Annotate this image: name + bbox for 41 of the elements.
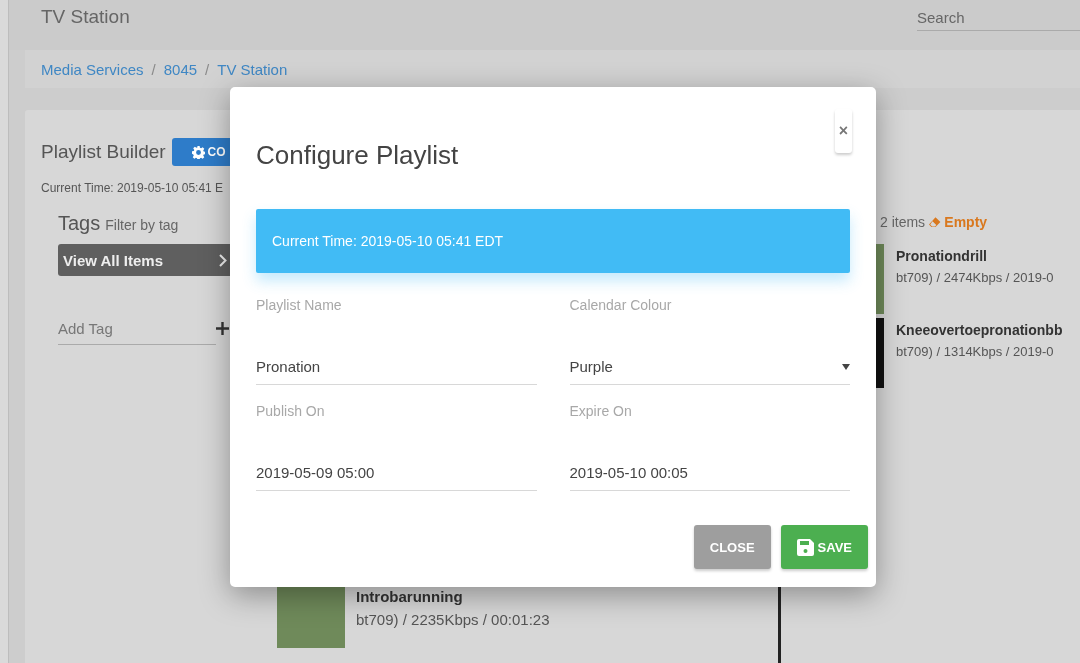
breadcrumb-link[interactable]: 8045: [163, 60, 198, 78]
input-field[interactable]: Pronation: [256, 357, 537, 385]
close-button[interactable]: CLOSE: [693, 525, 771, 569]
dialog-title: Configure Playlist: [256, 140, 460, 171]
tags-heading: Tags: [58, 212, 101, 235]
close-button[interactable]: ×: [834, 109, 852, 153]
breadcrumb-separator: /: [151, 60, 156, 78]
tags-subtitle: Filter by tag: [105, 217, 179, 233]
plus-icon[interactable]: [216, 322, 229, 335]
photo-placeholder: [277, 584, 345, 648]
caret-icon: [842, 363, 850, 370]
video-title: Kneeovertoepronationbb: [896, 322, 1063, 338]
breadcrumb-separator: /: [205, 60, 210, 78]
gear-icon: [191, 145, 205, 159]
chevron-right-icon: [219, 253, 227, 267]
input-field[interactable]: 2019-05-10 00:05: [569, 463, 850, 491]
empty-button[interactable]: Empty: [929, 208, 988, 236]
search-field[interactable]: Search: [917, 5, 1080, 31]
breadcrumb-link[interactable]: Media Services: [41, 60, 144, 78]
video-title: Introbarunning: [356, 588, 464, 605]
view-all-items-button[interactable]: View All Items: [58, 244, 231, 276]
field-label: Playlist Name: [256, 297, 343, 313]
item-count: 2 items: [880, 214, 926, 230]
colour-select[interactable]: Purple: [569, 357, 850, 385]
add-tag-field[interactable]: Add Tag: [58, 312, 216, 345]
field-label: Expire On: [569, 403, 633, 419]
field-label: Calendar Colour: [569, 297, 673, 313]
page-title: Playlist Builder: [41, 141, 166, 163]
breadcrumb-link[interactable]: TV Station: [217, 60, 288, 78]
video-title: Pronationdrill: [896, 248, 988, 264]
video-details: bt709) / 2235Kbps / 00:01:23: [356, 611, 550, 628]
app-title: TV Station: [41, 6, 130, 28]
input-field[interactable]: 2019-05-09 05:00: [256, 463, 537, 491]
configure-button[interactable]: CO: [171, 138, 230, 166]
field-label: Publish On: [256, 403, 326, 419]
video-details: bt709) / 2474Kbps / 2019-0: [896, 270, 1054, 285]
video-details: bt709) / 1314Kbps / 2019-0: [896, 344, 1055, 359]
current-time: Current Time: 2019-05-10 05:41 E: [41, 181, 225, 195]
current-time-alert: Current Time: 2019-05-10 05:41 EDT: [256, 209, 850, 273]
save-button[interactable]: SAVE: [780, 525, 868, 569]
eraser-icon: [929, 215, 942, 229]
